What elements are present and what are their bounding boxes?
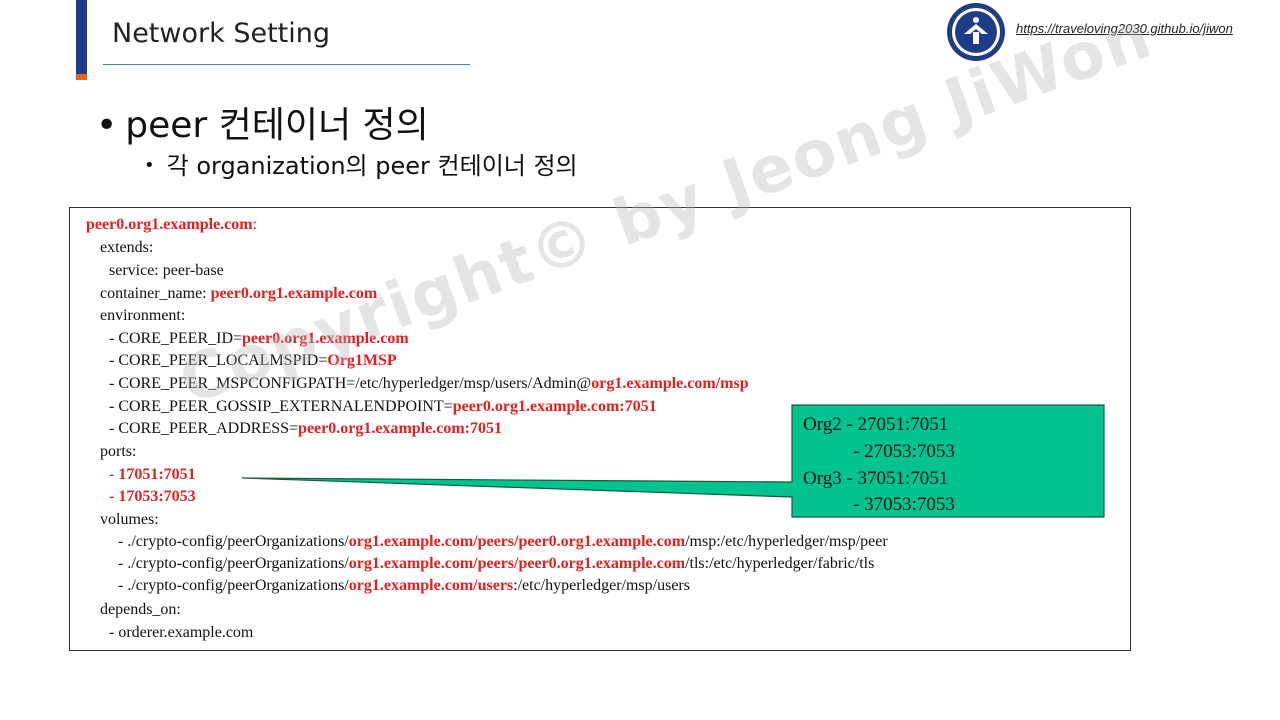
- code-text: - orderer.example.com: [109, 624, 254, 641]
- callout-text: - 27053:7053: [853, 441, 955, 462]
- code-highlight: org1.example.com/msp: [591, 375, 749, 392]
- code-line: - ./crypto-config/peerOrganizations/org1…: [118, 554, 874, 574]
- bullet-level1-text: peer 컨테이너 정의: [125, 105, 429, 146]
- code-text: - ./crypto-config/peerOrganizations/: [118, 577, 349, 594]
- code-highlight: - 17051:7051: [109, 466, 196, 483]
- code-line: extends:: [100, 238, 153, 258]
- code-highlight: peer0.org1.example.com: [86, 216, 253, 233]
- code-text: - CORE_PEER_GOSSIP_EXTERNALENDPOINT=: [109, 398, 453, 415]
- code-highlight: peer0.org1.example.com:7051: [298, 420, 502, 437]
- code-highlight: org1.example.com/peers/peer0.org1.exampl…: [348, 555, 686, 572]
- code-text: /tls:/etc/hyperledger/fabric/tls: [685, 555, 875, 572]
- code-line: depends_on:: [100, 600, 181, 620]
- bullet-dot: •: [96, 105, 118, 146]
- code-text: environment:: [100, 307, 186, 324]
- header-accent-bar: [76, 0, 87, 80]
- code-text: /msp:/etc/hyperledger/msp/peer: [685, 533, 888, 550]
- code-line: - ./crypto-config/peerOrganizations/org1…: [118, 576, 690, 596]
- code-text: - ./crypto-config/peerOrganizations/: [118, 533, 349, 550]
- code-highlight: org1.example.com/peers/peer0.org1.exampl…: [348, 533, 686, 550]
- code-highlight: org1.example.com/users: [348, 577, 514, 594]
- bullet-level2-text: 각 organization의 peer 컨테이너 정의: [166, 152, 578, 180]
- code-highlight: peer0.org1.example.com:7051: [452, 398, 657, 415]
- callout-text: - 37053:7053: [853, 494, 955, 515]
- code-text: container_name:: [100, 285, 211, 302]
- code-line: ports:: [100, 442, 136, 462]
- page-title: Network Setting: [112, 18, 330, 49]
- code-text: - CORE_PEER_ADDRESS=: [109, 420, 299, 437]
- code-text: extends:: [100, 239, 154, 256]
- code-line: peer0.org1.example.com:: [86, 215, 257, 235]
- callout-text: Org3 - 37051:7051: [803, 468, 949, 489]
- code-line: service: peer-base: [109, 261, 224, 281]
- code-line: - 17053:7053: [109, 487, 196, 507]
- code-text: service: peer-base: [109, 262, 224, 279]
- code-text: ports:: [100, 443, 137, 460]
- bullet-level2: • 각 organization의 peer 컨테이너 정의: [144, 146, 578, 181]
- code-line: - 17051:7051: [109, 465, 196, 485]
- callout-text: Org2 - 27051:7051: [803, 414, 949, 435]
- bullet-dot: •: [144, 155, 155, 176]
- header-divider: [103, 64, 470, 65]
- code-line: environment:: [100, 306, 185, 326]
- code-line: - ./crypto-config/peerOrganizations/org1…: [118, 532, 888, 552]
- code-text: :/etc/hyperledger/msp/users: [513, 577, 690, 594]
- code-text: volumes:: [100, 511, 159, 528]
- code-line: volumes:: [100, 510, 159, 530]
- code-text: :: [252, 216, 258, 233]
- code-line: - orderer.example.com: [109, 623, 253, 643]
- code-text: - ./crypto-config/peerOrganizations/: [118, 555, 349, 572]
- code-line: - CORE_PEER_ADDRESS=peer0.org1.example.c…: [109, 419, 502, 439]
- code-highlight: - 17053:7053: [109, 488, 196, 505]
- code-text: depends_on:: [100, 601, 181, 618]
- bullet-level1: • peer 컨테이너 정의: [96, 96, 429, 148]
